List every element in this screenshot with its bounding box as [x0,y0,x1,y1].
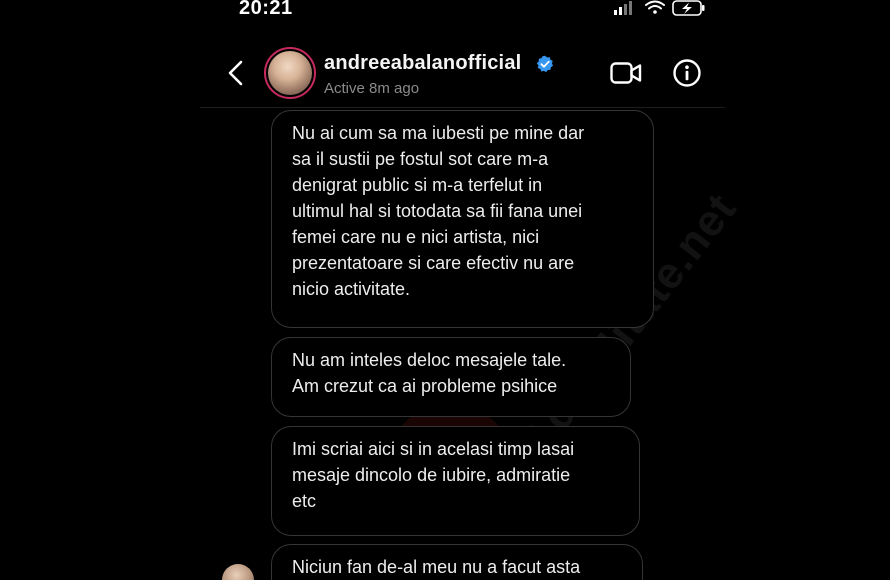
message-line: prezentatoare si care efectiv nu are [292,253,575,273]
video-call-icon[interactable] [610,60,642,86]
message-line: Imi scriai aici si in acelasi timp lasai [292,439,575,459]
message-bubble[interactable]: Nu am inteles deloc mesajele tale. Am cr… [271,337,631,417]
back-chevron-icon[interactable] [224,58,248,88]
message-line: Nu am inteles deloc mesajele tale. [292,350,567,370]
message-line: Am crezut ca ai probleme psihice [292,376,558,396]
message-line: sa il sustii pe fostul sot care m-a [292,149,549,169]
sender-avatar[interactable] [222,564,254,580]
message-line: femei care nu e nici artista, nici [292,227,540,247]
message-line: Niciun fan de-al meu nu a facut asta [292,557,581,577]
battery-charging-icon [672,0,705,16]
active-status: Active 8m ago [324,80,420,97]
status-bar: 20:21 [0,0,890,22]
message-bubble[interactable]: Imi scriai aici si in acelasi timp lasai… [271,426,640,536]
message-line: nicio activitate. [292,279,411,299]
wifi-icon [645,0,665,14]
message-bubble[interactable]: Nu ai cum sa ma iubesti pe mine dar sa i… [271,110,654,328]
avatar[interactable] [264,47,316,99]
signal-icon [614,1,632,15]
message-line: mesaje dincolo de iubire, admiratie [292,465,571,485]
info-icon[interactable] [672,58,702,88]
message-line: Nu ai cum sa ma iubesti pe mine dar [292,123,585,143]
username[interactable]: andreeabalanofficial [324,52,521,75]
message-bubble[interactable]: Niciun fan de-al meu nu a facut asta [271,544,643,580]
message-line: ultimul hal si totodata sa fii fana unei [292,201,583,221]
message-line: denigrat public si m-a terfelut in [292,175,543,195]
chat-header: andreeabalanofficial Active 8m ago [200,40,725,108]
status-time: 20:21 [239,0,293,19]
message-line: etc [292,491,317,511]
verified-badge-icon [536,55,554,73]
status-icons [614,0,705,16]
